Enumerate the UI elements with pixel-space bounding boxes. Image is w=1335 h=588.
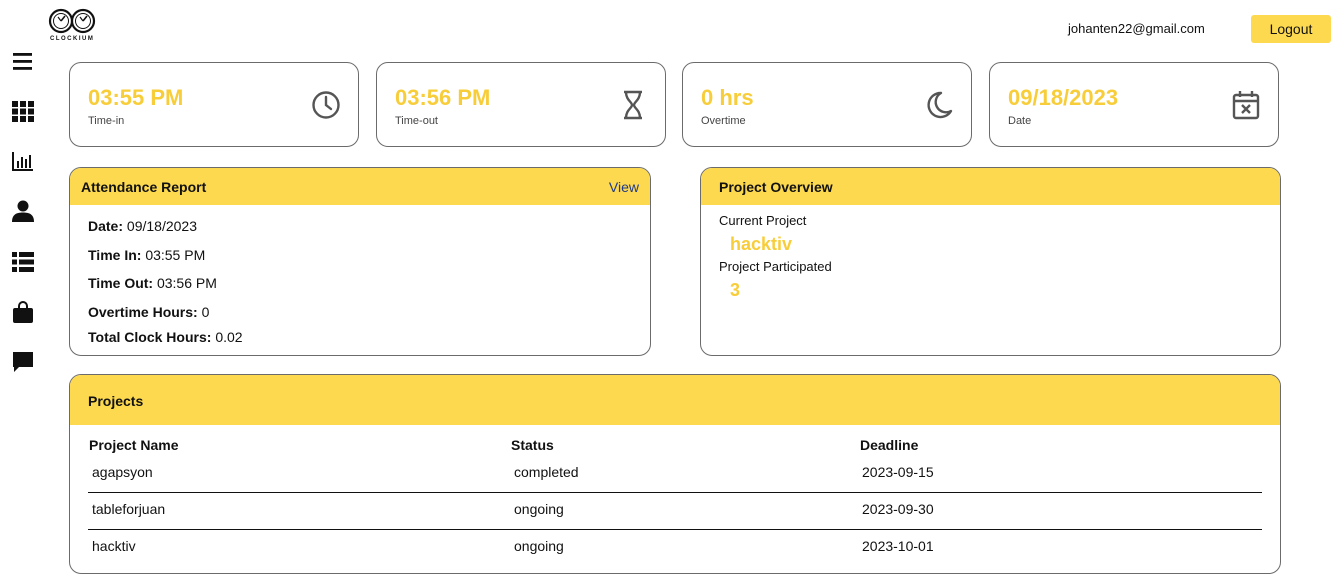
grid-icon[interactable] bbox=[11, 99, 35, 123]
project-name-cell: hacktiv bbox=[92, 538, 136, 554]
date-label: Date bbox=[1008, 115, 1032, 127]
time-out-value: 03:56 PM bbox=[395, 85, 491, 110]
date-value: 09/18/2023 bbox=[1008, 85, 1119, 110]
attendance-row-time-in: Time In: 03:55 PM bbox=[88, 247, 205, 263]
project-name-cell: agapsyon bbox=[92, 464, 153, 480]
user-icon[interactable] bbox=[11, 199, 35, 223]
column-header-status: Status bbox=[511, 437, 554, 453]
projects-header: Projects bbox=[70, 375, 1280, 425]
deadline-cell: 2023-09-30 bbox=[862, 501, 934, 517]
status-cell: completed bbox=[514, 464, 579, 480]
overtime-value: 0 hrs bbox=[701, 85, 754, 110]
status-cell: ongoing bbox=[514, 501, 564, 517]
deadline-cell: 2023-09-15 bbox=[862, 464, 934, 480]
logo-text: CLOCKIUM bbox=[50, 36, 95, 42]
column-header-project-name: Project Name bbox=[89, 437, 179, 453]
project-participated-label: Project Participated bbox=[719, 259, 832, 274]
attendance-row-total: Total Clock Hours: 0.02 bbox=[88, 329, 243, 345]
list-icon[interactable] bbox=[11, 250, 35, 274]
chat-icon[interactable] bbox=[11, 350, 35, 374]
attendance-header: Attendance Report View bbox=[70, 168, 650, 205]
attendance-total-label: Total Clock Hours: bbox=[88, 329, 212, 345]
attendance-row-time-out: Time Out: 03:56 PM bbox=[88, 275, 217, 291]
deadline-cell: 2023-10-01 bbox=[862, 538, 934, 554]
status-cell: ongoing bbox=[514, 538, 564, 554]
time-in-value: 03:55 PM bbox=[88, 85, 184, 110]
attendance-date-label: Date: bbox=[88, 218, 124, 234]
calendar-x-icon bbox=[1232, 91, 1260, 120]
attendance-title: Attendance Report bbox=[81, 179, 207, 195]
column-header-deadline: Deadline bbox=[860, 437, 919, 453]
attendance-row-overtime: Overtime Hours: 0 bbox=[88, 304, 209, 320]
clock-logo-icon bbox=[48, 8, 96, 34]
current-project-label: Current Project bbox=[719, 213, 807, 228]
projects-panel: Projects Project Name Status Deadline ag… bbox=[69, 374, 1281, 574]
attendance-report-panel: Attendance Report View Date: 09/18/2023 … bbox=[69, 167, 651, 356]
time-in-card: 03:55 PM Time-in bbox=[69, 62, 359, 147]
time-in-label: Time-in bbox=[88, 115, 125, 127]
attendance-time-out-label: Time Out: bbox=[88, 275, 154, 291]
clock-icon bbox=[312, 91, 340, 119]
current-project-value: hacktiv bbox=[730, 234, 793, 254]
view-link[interactable]: View bbox=[609, 179, 639, 195]
attendance-row-date: Date: 09/18/2023 bbox=[88, 218, 197, 234]
attendance-total-value: 0.02 bbox=[215, 329, 243, 345]
clockium-logo[interactable]: CLOCKIUM bbox=[48, 8, 98, 46]
attendance-time-out-value: 03:56 PM bbox=[156, 275, 217, 291]
projects-title: Projects bbox=[88, 393, 144, 409]
attendance-time-in-value: 03:55 PM bbox=[145, 247, 206, 263]
date-card: 09/18/2023 Date bbox=[989, 62, 1279, 147]
overtime-card: 0 hrs Overtime bbox=[682, 62, 972, 147]
time-out-card: 03:56 PM Time-out bbox=[376, 62, 666, 147]
user-email: johanten22@gmail.com bbox=[1068, 21, 1205, 36]
overview-header: Project Overview bbox=[701, 168, 1280, 205]
shopping-bag-icon[interactable] bbox=[11, 300, 35, 324]
menu-icon[interactable] bbox=[11, 50, 35, 74]
overview-title: Project Overview bbox=[719, 179, 833, 195]
project-name-cell: tableforjuan bbox=[92, 501, 166, 517]
table-row[interactable]: agapsyon completed 2023-09-15 bbox=[88, 455, 1262, 493]
project-overview-panel: Project Overview Current Project hacktiv… bbox=[700, 167, 1281, 356]
hourglass-icon bbox=[624, 90, 642, 120]
logout-button[interactable]: Logout bbox=[1251, 15, 1331, 43]
overtime-label: Overtime bbox=[701, 115, 746, 127]
moon-icon bbox=[927, 91, 953, 119]
attendance-time-in-label: Time In: bbox=[88, 247, 142, 263]
attendance-overtime-value: 0 bbox=[201, 304, 210, 320]
time-out-label: Time-out bbox=[395, 115, 438, 127]
table-row[interactable]: tableforjuan ongoing 2023-09-30 bbox=[88, 492, 1262, 530]
table-row[interactable]: hacktiv ongoing 2023-10-01 bbox=[88, 529, 1262, 566]
bar-chart-icon[interactable] bbox=[11, 149, 35, 173]
attendance-overtime-label: Overtime Hours: bbox=[88, 304, 198, 320]
attendance-date-value: 09/18/2023 bbox=[126, 218, 197, 234]
project-participated-value: 3 bbox=[730, 280, 741, 300]
